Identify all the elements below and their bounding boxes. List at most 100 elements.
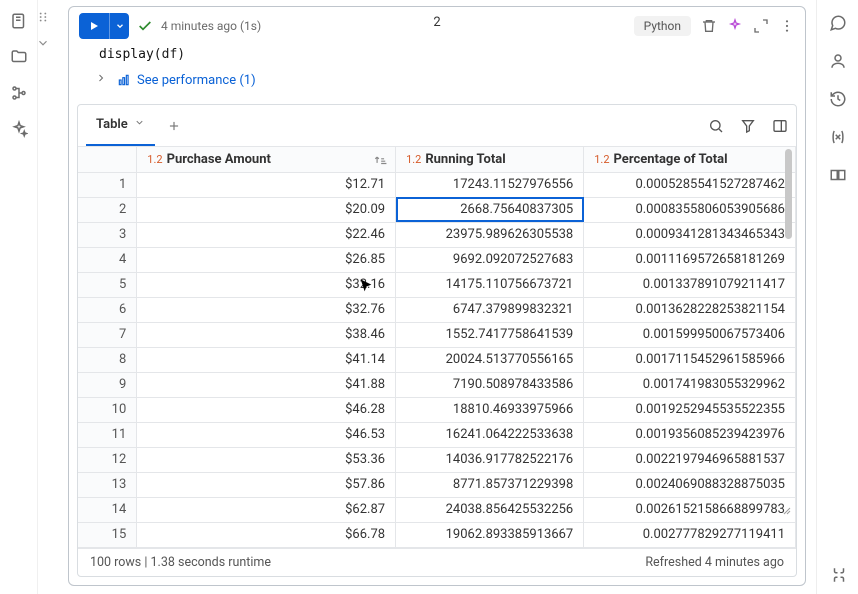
table-row[interactable]: 14$62.8724038.8564255322560.002615215866… [78,497,796,522]
user-icon[interactable] [829,52,847,70]
tab-table[interactable]: Table [86,105,155,146]
cell-pct[interactable]: 0.0008355806053905686 [584,197,796,222]
cell-running[interactable]: 14036.917782522176 [396,447,584,472]
cell-pct[interactable]: 0.0009341281343465343 [584,222,796,247]
cell-purchase[interactable]: $41.88 [137,372,396,397]
row-number[interactable]: 1 [78,172,137,197]
vertical-scrollbar[interactable] [785,149,792,239]
expand-icon[interactable] [753,18,769,34]
perf-caret-icon[interactable] [95,72,107,88]
row-number[interactable]: 10 [78,397,137,422]
folder-icon[interactable] [10,48,28,66]
notebook-icon[interactable] [10,12,28,30]
cell-running[interactable]: 2668.75640837305 [396,197,584,222]
collapse-chevron-icon[interactable] [36,36,50,54]
cell-purchase[interactable]: $32.16 [137,272,396,297]
cell-running[interactable]: 19062.893385913667 [396,522,584,547]
table-row[interactable]: 13$57.868771.8573712293980.0024069088328… [78,472,796,497]
cell-running[interactable]: 14175.110756673721 [396,272,584,297]
cell-purchase[interactable]: $38.46 [137,322,396,347]
cell-purchase[interactable]: $32.76 [137,297,396,322]
cell-purchase[interactable]: $22.46 [137,222,396,247]
cell-running[interactable]: 18810.46933975966 [396,397,584,422]
row-number[interactable]: 3 [78,222,137,247]
cell-purchase[interactable]: $20.09 [137,197,396,222]
drag-handle-icon[interactable] [36,10,50,28]
cell-pct[interactable]: 0.0011169572658181269 [584,247,796,272]
cell-pct[interactable]: 0.0005285541527287462 [584,172,796,197]
keyboard-icon[interactable] [830,566,848,588]
search-icon[interactable] [708,118,724,134]
row-number[interactable]: 14 [78,497,137,522]
table-row[interactable]: 5$32.1614175.1107566737210.0013378910792… [78,272,796,297]
cell-purchase[interactable]: $53.36 [137,447,396,472]
see-performance-link[interactable]: See performance (1) [117,73,256,88]
col-rownum[interactable] [78,147,137,172]
col-percentage[interactable]: 1.2Percentage of Total [584,147,796,172]
cell-pct[interactable]: 0.001599950067573406 [584,322,796,347]
cell-pct[interactable]: 0.0013628228253821154 [584,297,796,322]
table-row[interactable]: 4$26.859692.0920725276830.00111695726581… [78,247,796,272]
code-line[interactable]: display(df) [69,45,805,68]
row-number[interactable]: 8 [78,347,137,372]
cell-pct[interactable]: 0.0019252945535522355 [584,397,796,422]
history-icon[interactable] [829,90,847,108]
col-running-total[interactable]: 1.2Running Total [396,147,584,172]
chevron-down-icon[interactable] [134,117,145,132]
panel-icon[interactable] [829,166,847,184]
run-button[interactable] [79,13,129,39]
cell-pct[interactable]: 0.0022197946965881537 [584,447,796,472]
cell-running[interactable]: 9692.092072527683 [396,247,584,272]
table-row[interactable]: 2$20.092668.756408373050.000835580605390… [78,197,796,222]
kebab-icon[interactable] [779,18,795,34]
chat-icon[interactable] [829,14,847,32]
cell-running[interactable]: 17243.11527976556 [396,172,584,197]
cell-running[interactable]: 20024.513770556165 [396,347,584,372]
cell-running[interactable]: 8771.857371229398 [396,472,584,497]
resize-handle-icon[interactable] [780,504,792,520]
add-tab-button[interactable] [167,119,181,133]
cell-running[interactable]: 16241.064222533638 [396,422,584,447]
table-row[interactable]: 10$46.2818810.469339759660.0019252945535… [78,397,796,422]
cell-running[interactable]: 1552.7417758641539 [396,322,584,347]
cell-running[interactable]: 7190.508978433586 [396,372,584,397]
sidepanel-icon[interactable] [772,118,788,134]
row-number[interactable]: 15 [78,522,137,547]
cell-running[interactable]: 24038.856425532256 [396,497,584,522]
table-row[interactable]: 12$53.3614036.9177825221760.002219794696… [78,447,796,472]
cell-pct[interactable]: 0.0019356085239423976 [584,422,796,447]
row-number[interactable]: 12 [78,447,137,472]
cell-purchase[interactable]: $46.28 [137,397,396,422]
filter-icon[interactable] [740,118,756,134]
col-purchase-amount[interactable]: 1.2Purchase Amount [137,147,396,172]
cell-pct[interactable]: 0.0017115452961585966 [584,347,796,372]
row-number[interactable]: 11 [78,422,137,447]
assistant-sparkle-icon[interactable] [727,18,743,34]
cell-purchase[interactable]: $41.14 [137,347,396,372]
run-dropdown-icon[interactable] [109,13,129,39]
table-row[interactable]: 9$41.887190.5089784335860.00174198305532… [78,372,796,397]
cell-running[interactable]: 6747.379899832321 [396,297,584,322]
row-number[interactable]: 6 [78,297,137,322]
schema-icon[interactable] [10,84,28,102]
row-number[interactable]: 2 [78,197,137,222]
language-pill[interactable]: Python [634,16,691,36]
variable-icon[interactable] [829,128,847,146]
cell-purchase[interactable]: $66.78 [137,522,396,547]
table-row[interactable]: 8$41.1420024.5137705561650.0017115452961… [78,347,796,372]
table-row[interactable]: 15$66.7819062.8933859136670.002777829277… [78,522,796,547]
row-number[interactable]: 4 [78,247,137,272]
cell-pct[interactable]: 0.001741983055329962 [584,372,796,397]
cell-pct[interactable]: 0.001337891079211417 [584,272,796,297]
cell-pct[interactable]: 0.002777829277119411 [584,522,796,547]
row-number[interactable]: 9 [78,372,137,397]
cell-purchase[interactable]: $26.85 [137,247,396,272]
cell-pct[interactable]: 0.0024069088328875035 [584,472,796,497]
table-row[interactable]: 3$22.4623975.9896263055380.0009341281343… [78,222,796,247]
table-row[interactable]: 6$32.766747.3798998323210.00136282282538… [78,297,796,322]
table-row[interactable]: 11$46.5316241.0642225336380.001935608523… [78,422,796,447]
cell-purchase[interactable]: $62.87 [137,497,396,522]
sparkle-icon[interactable] [10,120,28,138]
table-row[interactable]: 1$12.7117243.115279765560.00052855415272… [78,172,796,197]
cell-purchase[interactable]: $46.53 [137,422,396,447]
